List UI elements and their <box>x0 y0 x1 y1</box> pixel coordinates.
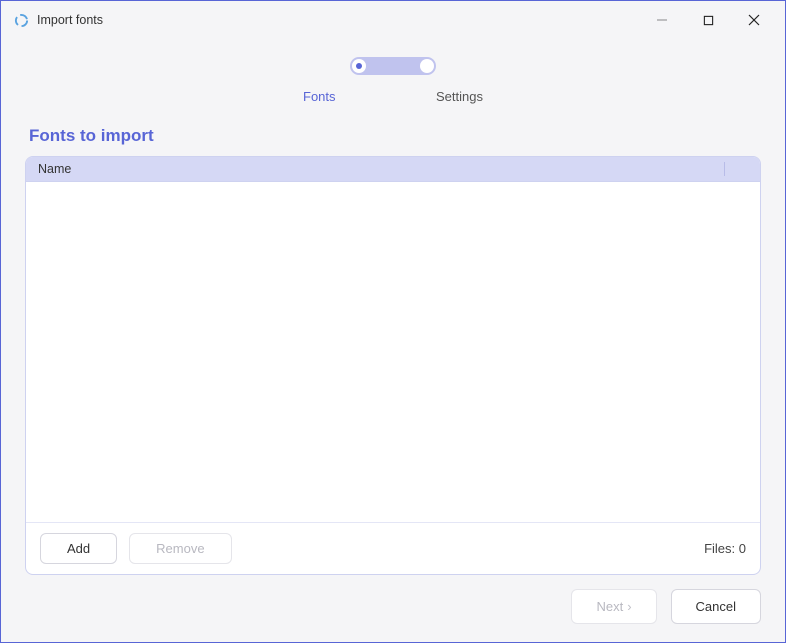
window-title: Import fonts <box>37 13 639 27</box>
close-button[interactable] <box>731 4 777 36</box>
tab-settings[interactable]: Settings <box>436 89 483 104</box>
maximize-button[interactable] <box>685 4 731 36</box>
window-controls <box>639 4 777 36</box>
next-button: Next › <box>571 589 656 624</box>
titlebar: Import fonts <box>1 1 785 39</box>
chevron-right-icon: › <box>627 599 631 614</box>
column-spacer <box>724 162 748 176</box>
table-header: Name <box>26 157 760 182</box>
tab-toggle[interactable] <box>350 57 436 75</box>
files-count: Files: 0 <box>704 541 746 556</box>
tab-fonts[interactable]: Fonts <box>303 89 336 104</box>
tab-toggle-area: Fonts Settings <box>1 57 785 104</box>
app-icon <box>13 12 29 28</box>
column-name[interactable]: Name <box>38 162 724 176</box>
dialog-footer: Next › Cancel <box>571 589 761 624</box>
toggle-knob-settings <box>420 59 434 73</box>
table-body <box>26 182 760 522</box>
section-heading: Fonts to import <box>29 126 785 146</box>
minimize-button[interactable] <box>639 4 685 36</box>
next-label: Next <box>596 599 623 614</box>
table-footer: Add Remove Files: 0 <box>26 522 760 574</box>
remove-button: Remove <box>129 533 231 564</box>
add-button[interactable]: Add <box>40 533 117 564</box>
fonts-panel: Name Add Remove Files: 0 <box>25 156 761 575</box>
cancel-button[interactable]: Cancel <box>671 589 761 624</box>
toggle-knob-fonts <box>352 59 366 73</box>
